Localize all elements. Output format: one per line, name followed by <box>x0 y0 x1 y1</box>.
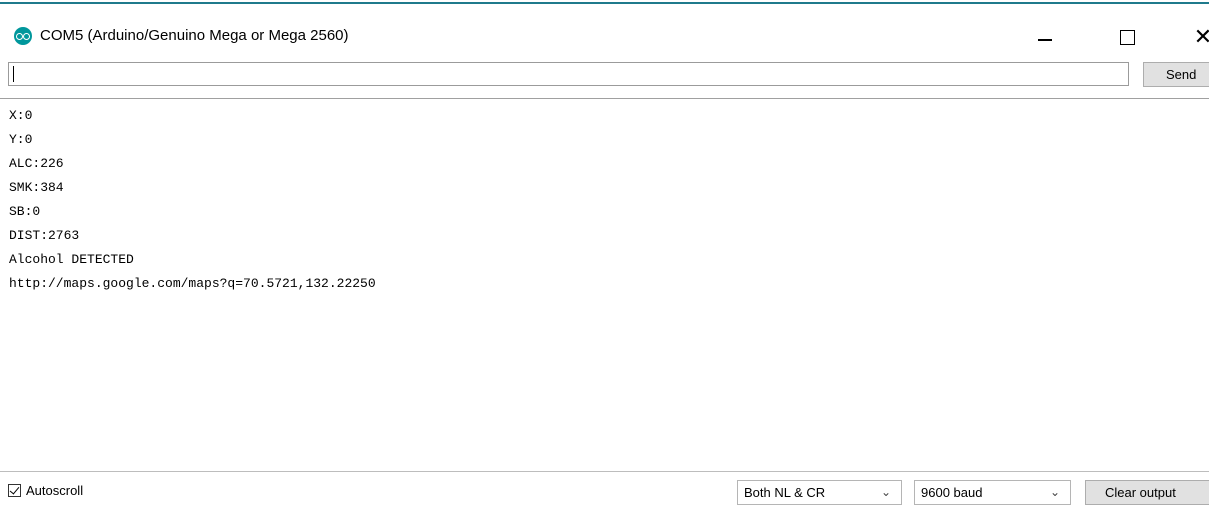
output-line: Y:0 <box>9 132 33 147</box>
output-line: SB:0 <box>9 204 41 219</box>
output-line: ALC:226 <box>9 156 64 171</box>
output-line: http://maps.google.com/maps?q=70.5721,13… <box>9 276 376 291</box>
close-button[interactable]: ✕ <box>1180 19 1209 55</box>
send-button[interactable]: Send <box>1143 62 1209 87</box>
close-icon: ✕ <box>1193 24 1209 49</box>
autoscroll-toggle[interactable]: Autoscroll <box>8 483 83 498</box>
baud-rate-value: 9600 baud <box>921 485 983 500</box>
autoscroll-label: Autoscroll <box>26 483 84 498</box>
maximize-button[interactable] <box>1104 19 1150 55</box>
window-title: COM5 (Arduino/Genuino Mega or Mega 2560) <box>40 27 349 44</box>
chevron-down-icon: ⌄ <box>880 485 891 499</box>
output-line: DIST:2763 <box>9 228 80 243</box>
chevron-down-icon: ⌄ <box>1049 485 1060 499</box>
minimize-button[interactable] <box>1022 19 1068 55</box>
minimize-icon <box>1038 39 1052 41</box>
title-bar: COM5 (Arduino/Genuino Mega or Mega 2560)… <box>0 5 1209 59</box>
autoscroll-checkbox[interactable] <box>8 484 21 497</box>
arduino-icon <box>14 27 32 45</box>
baud-rate-select[interactable]: 9600 baud ⌄ <box>914 480 1071 505</box>
send-input[interactable] <box>8 62 1129 86</box>
line-ending-value: Both NL & CR <box>744 485 826 500</box>
output-line: SMK:384 <box>9 180 64 195</box>
text-caret <box>13 66 14 82</box>
divider <box>0 98 1209 99</box>
bottom-bar: Autoscroll Both NL & CR ⌄ 9600 baud ⌄ Cl… <box>0 471 1209 509</box>
output-line: Alcohol DETECTED <box>9 252 134 267</box>
output-line: X:0 <box>9 108 33 123</box>
send-row: Send <box>0 59 1209 99</box>
clear-output-button[interactable]: Clear output <box>1085 480 1209 505</box>
serial-output[interactable]: X:0 Y:0 ALC:226 SMK:384 SB:0 DIST:2763 A… <box>9 104 1204 470</box>
maximize-icon <box>1119 29 1135 45</box>
line-ending-select[interactable]: Both NL & CR ⌄ <box>737 480 902 505</box>
